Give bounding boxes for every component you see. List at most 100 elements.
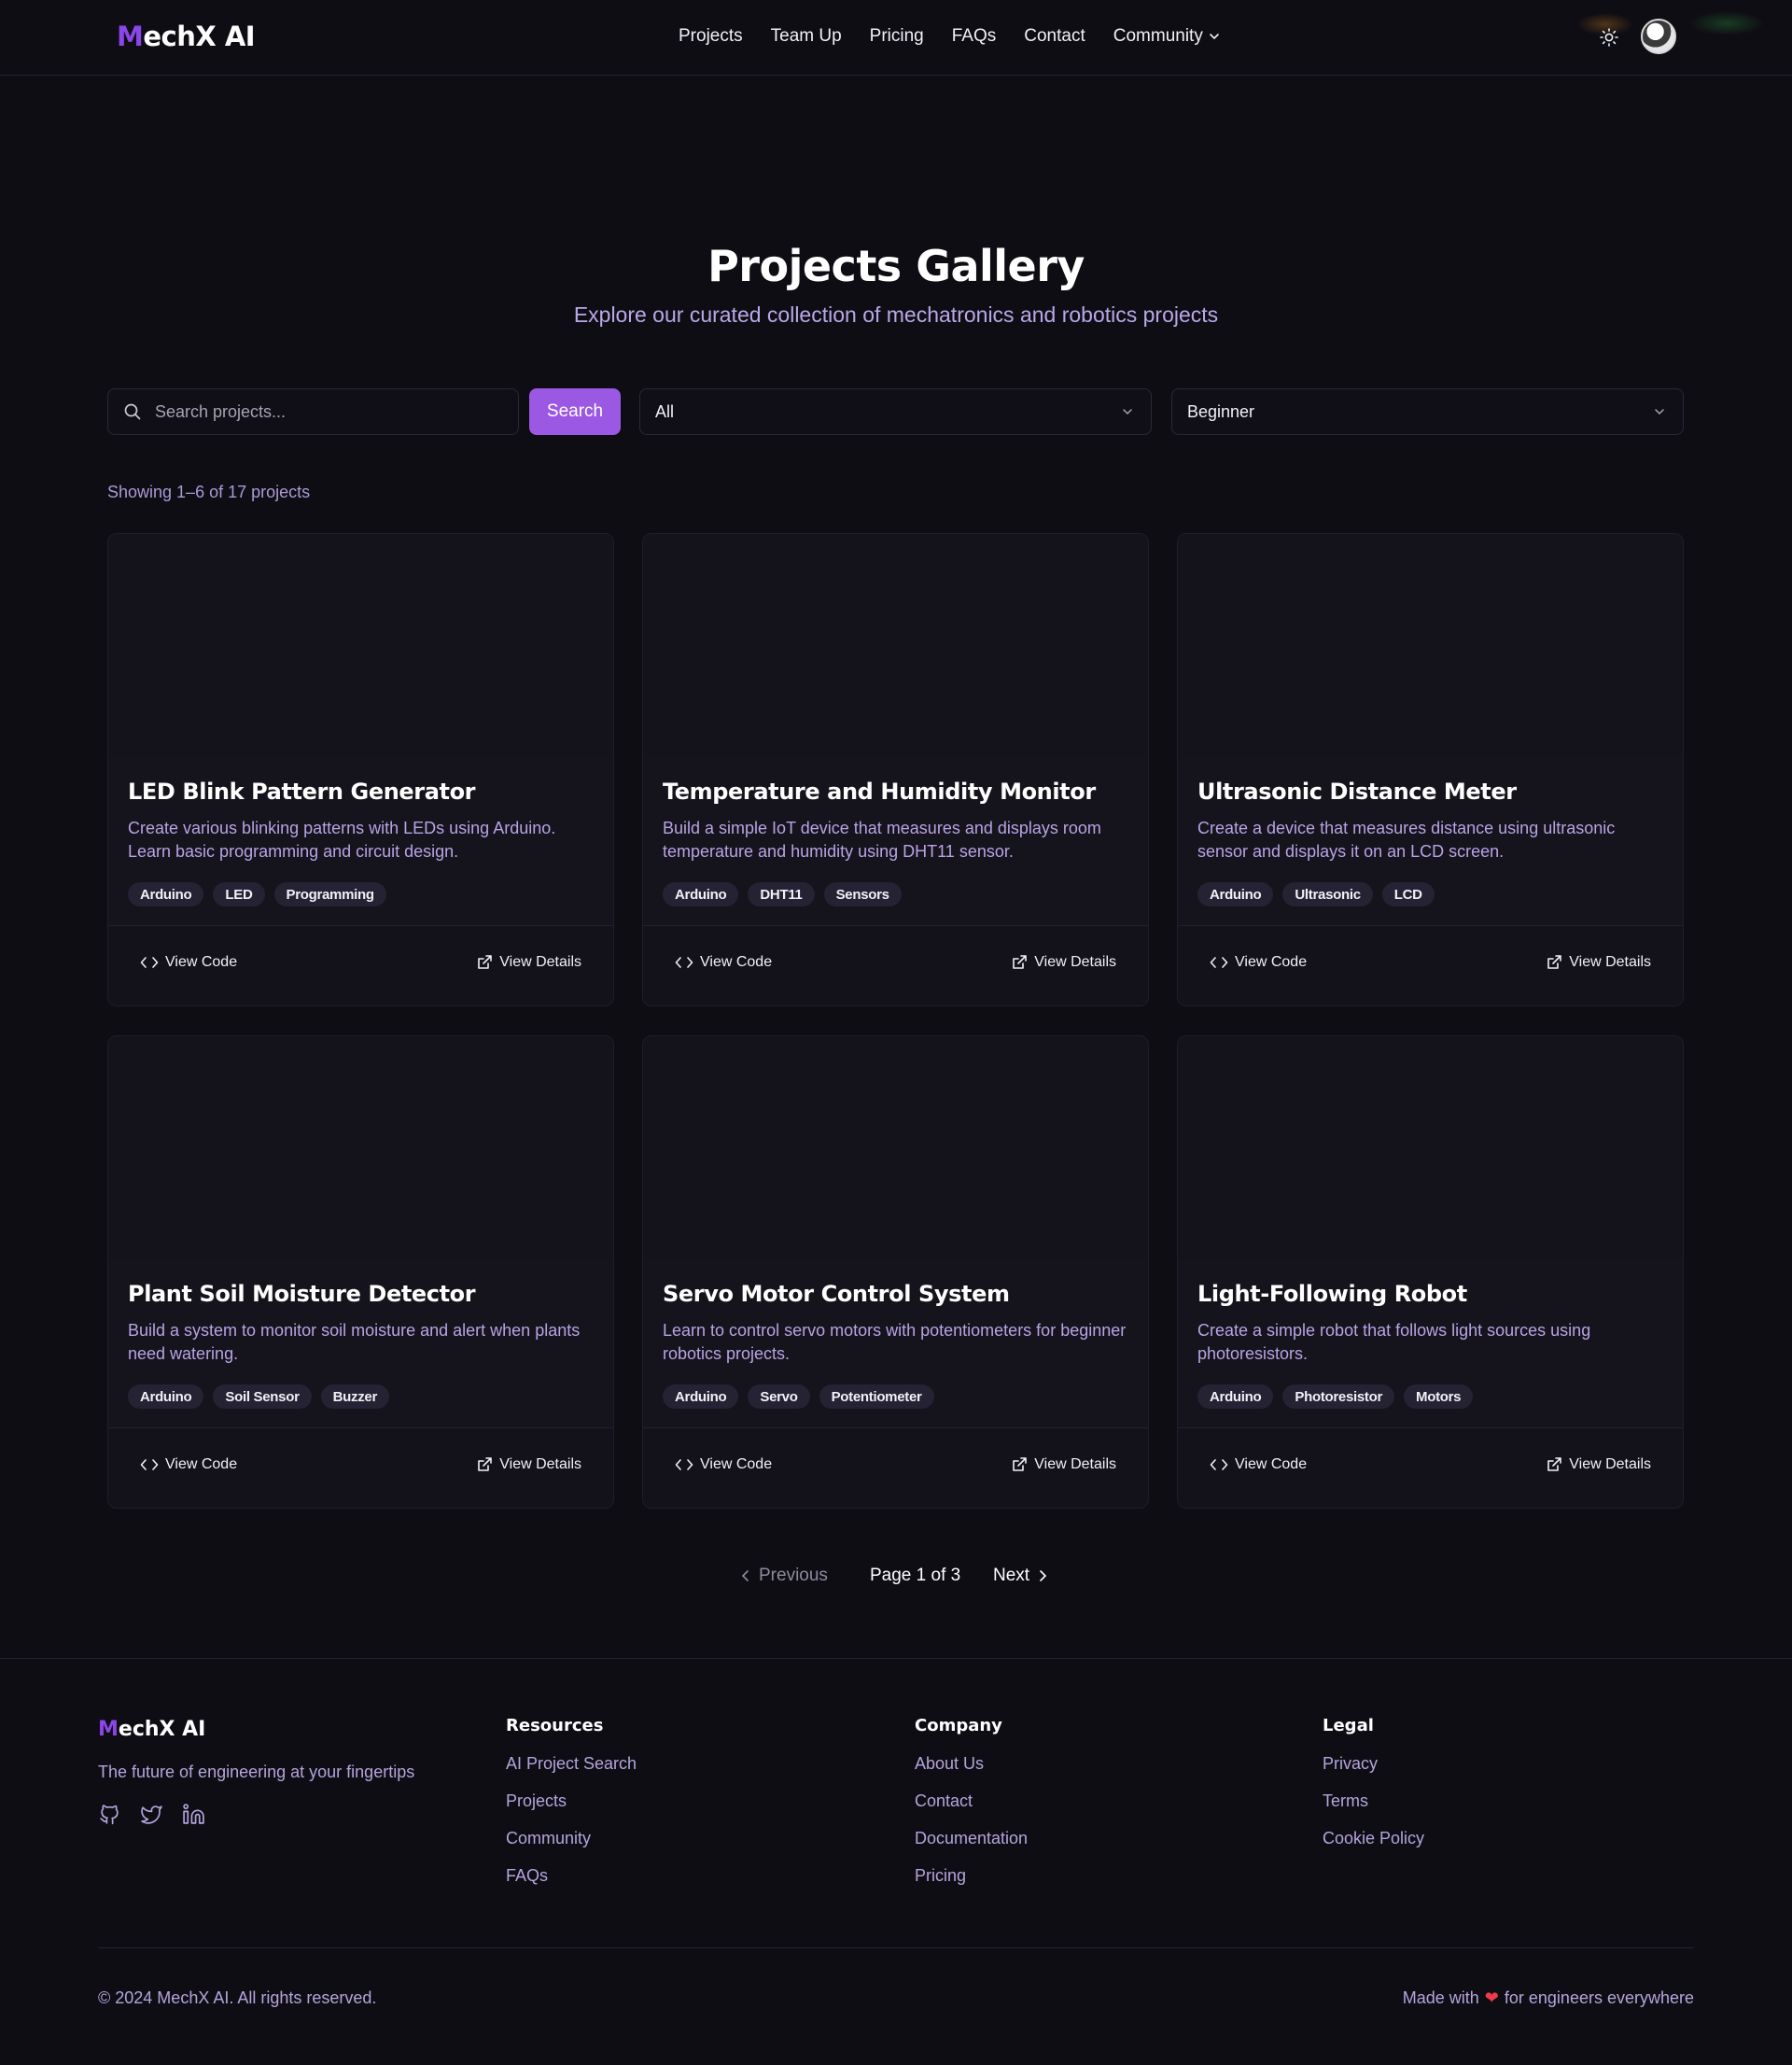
- view-code-button[interactable]: View Code: [675, 954, 772, 971]
- tag: Potentiometer: [819, 1384, 934, 1409]
- project-tags: Arduino Soil Sensor Buzzer: [128, 1384, 389, 1409]
- view-details-button[interactable]: View Details: [1546, 1456, 1651, 1473]
- project-description: Learn to control servo motors with poten…: [663, 1321, 1127, 1363]
- footer-link[interactable]: Terms: [1323, 1791, 1424, 1829]
- view-code-button[interactable]: View Code: [1210, 954, 1307, 971]
- footer-link[interactable]: AI Project Search: [506, 1754, 637, 1791]
- project-description: Build a system to monitor soil moisture …: [128, 1321, 581, 1363]
- project-card[interactable]: Plant Soil Moisture Detector Build a sys…: [107, 1035, 614, 1509]
- view-code-button[interactable]: View Code: [140, 1456, 237, 1473]
- tag: Motors: [1404, 1384, 1474, 1409]
- external-link-icon: [1013, 955, 1028, 969]
- page-title: Projects Gallery: [707, 241, 1085, 291]
- project-card[interactable]: LED Blink Pattern Generator Create vario…: [107, 533, 614, 1006]
- code-icon: [140, 1459, 159, 1470]
- category-select[interactable]: All: [639, 388, 1152, 435]
- code-icon: [675, 1459, 693, 1470]
- view-details-label: View Details: [1569, 1456, 1651, 1472]
- project-title[interactable]: Servo Motor Control System: [663, 1281, 1134, 1307]
- footer-logo[interactable]: MechX AI: [98, 1718, 205, 1741]
- footer-heading: Company: [915, 1716, 1002, 1735]
- footer-link[interactable]: Privacy: [1323, 1754, 1424, 1791]
- footer-link[interactable]: Cookie Policy: [1323, 1829, 1424, 1866]
- nav-community-dropdown[interactable]: Community: [1113, 26, 1220, 47]
- project-title[interactable]: Plant Soil Moisture Detector: [128, 1281, 599, 1307]
- project-title[interactable]: Temperature and Humidity Monitor: [663, 779, 1134, 805]
- social-links: [98, 1803, 205, 1826]
- next-page-button[interactable]: Next: [993, 1566, 1048, 1586]
- footer-link[interactable]: Documentation: [915, 1829, 1028, 1866]
- view-details-button[interactable]: View Details: [1011, 1456, 1116, 1473]
- project-tags: Arduino Photoresistor Motors: [1197, 1384, 1474, 1409]
- project-card[interactable]: Ultrasonic Distance Meter Create a devic…: [1177, 533, 1684, 1006]
- nav-link-contact[interactable]: Contact: [1024, 26, 1085, 47]
- project-card[interactable]: Light-Following Robot Create a simple ro…: [1177, 1035, 1684, 1509]
- tag: Soil Sensor: [213, 1384, 312, 1409]
- project-description: Create a device that measures distance u…: [1197, 819, 1616, 861]
- view-details-label: View Details: [499, 954, 581, 970]
- theme-toggle-button[interactable]: [1598, 26, 1620, 49]
- card-actions: View Code View Details: [108, 1428, 613, 1508]
- project-card[interactable]: Servo Motor Control System Learn to cont…: [642, 1035, 1149, 1509]
- card-actions: View Code View Details: [1178, 926, 1683, 1005]
- view-code-button[interactable]: View Code: [1210, 1456, 1307, 1473]
- project-title[interactable]: Light-Following Robot: [1197, 1281, 1669, 1307]
- tag: Arduino: [663, 1384, 739, 1409]
- external-link-icon: [1013, 1457, 1028, 1471]
- view-details-button[interactable]: View Details: [476, 1456, 581, 1473]
- footer-link[interactable]: Contact: [915, 1791, 1028, 1829]
- footer-link[interactable]: Projects: [506, 1791, 637, 1829]
- view-details-label: View Details: [499, 1456, 581, 1472]
- view-details-label: View Details: [1034, 954, 1116, 970]
- external-link-icon: [1547, 955, 1562, 969]
- footer-heading: Resources: [506, 1716, 604, 1735]
- brand-logo[interactable]: MechX AI: [117, 21, 256, 52]
- project-title[interactable]: Ultrasonic Distance Meter: [1197, 779, 1669, 805]
- view-details-button[interactable]: View Details: [476, 954, 581, 971]
- previous-page-button[interactable]: Previous: [740, 1566, 828, 1586]
- footer-link[interactable]: Community: [506, 1829, 637, 1866]
- tag: Ultrasonic: [1282, 882, 1373, 906]
- github-icon[interactable]: [98, 1803, 121, 1826]
- view-details-button[interactable]: View Details: [1011, 954, 1116, 971]
- project-card[interactable]: Temperature and Humidity Monitor Build a…: [642, 533, 1149, 1006]
- difficulty-select[interactable]: Beginner: [1171, 388, 1684, 435]
- footer-link[interactable]: FAQs: [506, 1866, 637, 1903]
- project-tags: Arduino Ultrasonic LCD: [1197, 882, 1435, 906]
- footer-column-legal: Legal Privacy Terms Cookie Policy: [1323, 1716, 1424, 1866]
- card-actions: View Code View Details: [108, 926, 613, 1005]
- twitter-icon[interactable]: [140, 1803, 163, 1826]
- tag: Arduino: [128, 1384, 204, 1409]
- chevron-right-icon: [1040, 1570, 1047, 1581]
- view-details-label: View Details: [1569, 954, 1651, 970]
- decorative-glow: [1689, 11, 1764, 35]
- nav-link-projects[interactable]: Projects: [679, 26, 743, 47]
- tag: Servo: [748, 1384, 810, 1409]
- tag: Arduino: [128, 882, 204, 906]
- search-field[interactable]: [107, 388, 519, 435]
- nav-link-team-up[interactable]: Team Up: [771, 26, 842, 47]
- view-code-label: View Code: [700, 954, 773, 970]
- footer-link[interactable]: About Us: [915, 1754, 1028, 1791]
- view-code-label: View Code: [1235, 954, 1308, 970]
- view-code-button[interactable]: View Code: [140, 954, 237, 971]
- nav-link-faqs[interactable]: FAQs: [952, 26, 997, 47]
- tag: Arduino: [1197, 882, 1274, 906]
- tag: Programming: [273, 882, 386, 906]
- project-title[interactable]: LED Blink Pattern Generator: [128, 779, 599, 805]
- nav-link-pricing[interactable]: Pricing: [870, 26, 924, 47]
- view-code-button[interactable]: View Code: [675, 1456, 772, 1473]
- user-avatar[interactable]: [1641, 19, 1676, 54]
- external-link-icon: [478, 1457, 493, 1471]
- made-with-text: Made with ❤ for engineers everywhere: [1403, 1988, 1694, 2008]
- view-details-label: View Details: [1034, 1456, 1116, 1472]
- search-button[interactable]: Search: [529, 388, 621, 435]
- next-label: Next: [993, 1566, 1030, 1585]
- code-icon: [675, 957, 693, 968]
- made-with-prefix: Made with: [1402, 1988, 1479, 2007]
- linkedin-icon[interactable]: [182, 1803, 205, 1826]
- page-indicator: Page 1 of 3: [870, 1566, 961, 1585]
- footer-link[interactable]: Pricing: [915, 1866, 1028, 1903]
- search-input[interactable]: [155, 401, 491, 422]
- view-details-button[interactable]: View Details: [1546, 954, 1651, 971]
